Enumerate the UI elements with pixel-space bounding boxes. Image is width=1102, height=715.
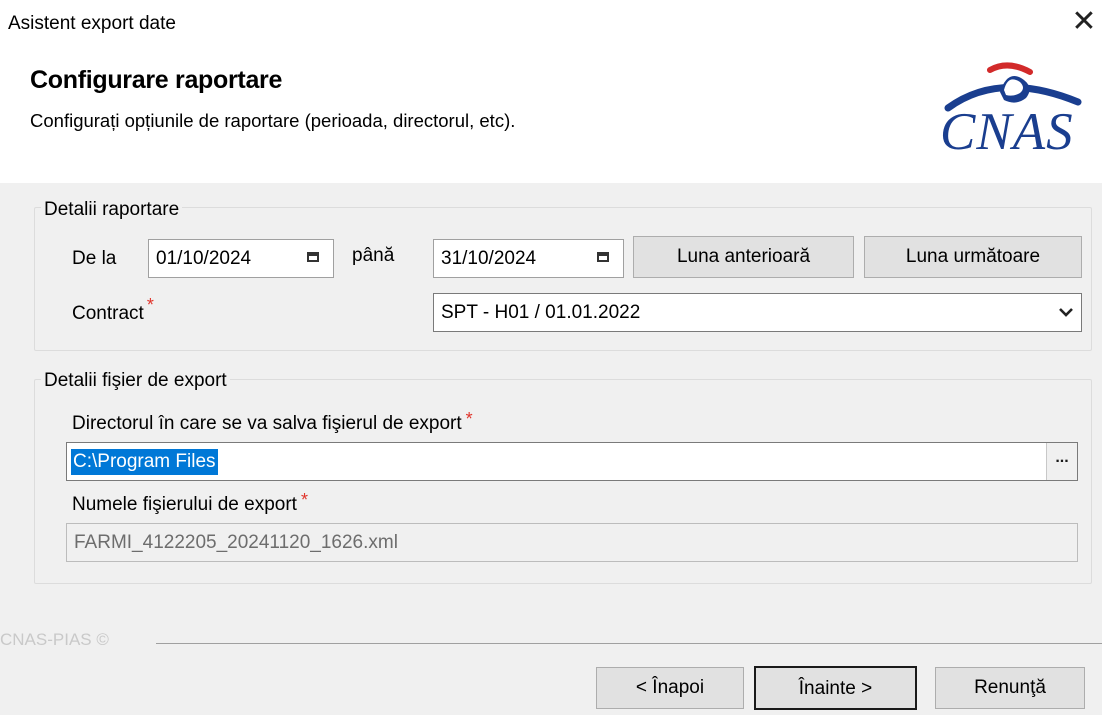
contract-select-value: SPT - H01 / 01.01.2022 [441,302,641,323]
export-details-group-label: Detalii fişier de export [41,370,230,392]
required-marker: * [300,490,308,510]
footer-divider [156,643,1102,644]
window-title: Asistent export date [8,13,176,34]
directory-input-value: C:\Program Files [71,449,218,475]
directory-label-text: Directorul în care se va salva fişierul … [72,413,462,434]
directory-label: Directorul în care se va salva fişierul … [72,409,473,435]
cancel-button[interactable]: Renunţă [935,667,1085,709]
contract-select[interactable]: SPT - H01 / 01.01.2022 [433,293,1082,332]
required-marker: * [146,295,154,315]
filename-value: FARMI_4122205_20241120_1626.xml [74,532,398,553]
contract-label: Contract * [72,295,154,325]
back-button[interactable]: < Înapoi [596,667,744,709]
next-month-button[interactable]: Luna următoare [864,236,1082,278]
previous-month-button[interactable]: Luna anterioară [633,236,854,278]
filename-label-text: Numele fişierului de export [72,494,297,515]
from-date-value: 01/10/2024 [156,248,252,269]
browse-button[interactable]: ... [1046,443,1077,480]
chevron-down-icon [1059,308,1073,317]
from-label: De la [72,248,117,269]
report-details-group-label: Detalii raportare [41,199,183,221]
next-button[interactable]: Înainte > [754,666,917,710]
contract-label-text: Contract [72,303,144,324]
calendar-icon[interactable] [597,252,609,262]
page-title: Configurare raportare [30,66,283,94]
filename-label: Numele fişierului de export * [72,490,308,516]
from-date-input[interactable]: 01/10/2024 [148,239,334,278]
filename-input: FARMI_4122205_20241120_1626.xml [66,523,1078,562]
close-icon[interactable]: ✕ [1068,6,1100,38]
to-date-input[interactable]: 31/10/2024 [433,239,624,278]
page-subtitle: Configurați opțiunile de raportare (peri… [30,110,516,131]
required-marker: * [465,409,473,429]
calendar-icon[interactable] [307,252,319,262]
cnas-logo: CNAS [938,62,1088,162]
footer-brand: CNAS-PIAS © [0,630,109,649]
logo-text: CNAS [940,103,1074,161]
to-date-value: 31/10/2024 [441,248,537,269]
to-label: până [352,245,395,266]
directory-input[interactable]: C:\Program Files ... [66,442,1078,481]
